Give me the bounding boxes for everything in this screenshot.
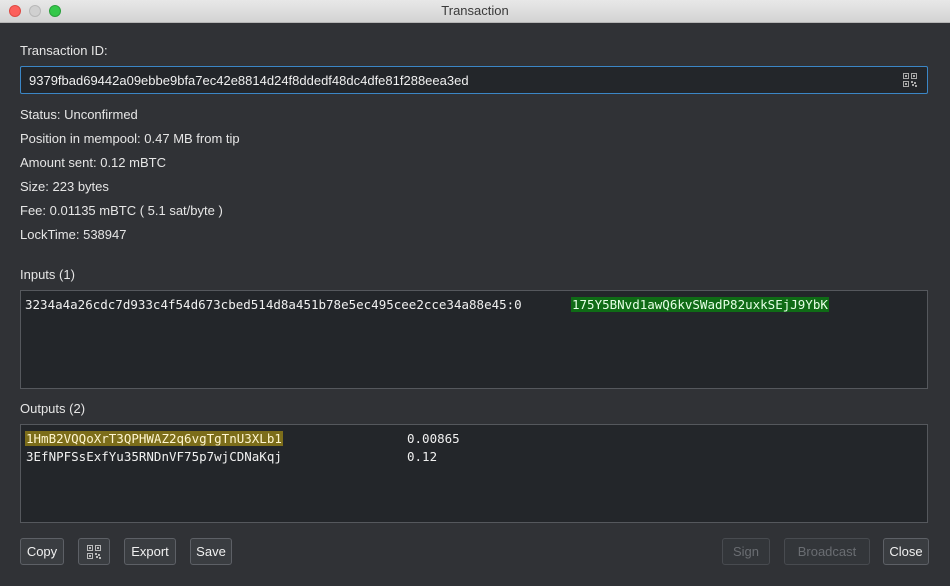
- locktime-line: LockTime: 538947: [20, 227, 127, 242]
- outputs-list[interactable]: 1HmB2VQQoXrT3QPHWAZ2q6vgTgTnU3XLb1 0.008…: [20, 424, 928, 523]
- inputs-label: Inputs (1): [20, 267, 75, 282]
- input-prevout[interactable]: 3234a4a26cdc7d933c4f54d673cbed514d8a451b…: [25, 297, 522, 312]
- output-address[interactable]: 1HmB2VQQoXrT3QPHWAZ2q6vgTgTnU3XLb1: [25, 431, 283, 446]
- txid-value[interactable]: 9379fbad69442a09ebbe9bfa7ec42e8814d24f8d…: [29, 73, 469, 88]
- input-address[interactable]: 175Y5BNvd1awQ6kvSWadP82uxkSEjJ9YbK: [571, 297, 829, 312]
- fee-line: Fee: 0.01135 mBTC ( 5.1 sat/byte ): [20, 203, 223, 218]
- qrcode-icon[interactable]: [903, 73, 917, 87]
- qrcode-button[interactable]: [78, 538, 110, 565]
- title-bar: Transaction: [0, 0, 950, 23]
- close-button[interactable]: Close: [883, 538, 929, 565]
- save-button[interactable]: Save: [190, 538, 232, 565]
- status-line: Status: Unconfirmed: [20, 107, 138, 122]
- sign-button[interactable]: Sign: [722, 538, 770, 565]
- txid-field[interactable]: 9379fbad69442a09ebbe9bfa7ec42e8814d24f8d…: [20, 66, 928, 94]
- export-button[interactable]: Export: [124, 538, 176, 565]
- outputs-label: Outputs (2): [20, 401, 86, 416]
- txid-label: Transaction ID:: [20, 43, 108, 58]
- output-address[interactable]: 3EfNPFSsExfYu35RNDnVF75p7wjCDNaKqj: [25, 449, 283, 464]
- size-line: Size: 223 bytes: [20, 179, 109, 194]
- mempool-position-line: Position in mempool: 0.47 MB from tip: [20, 131, 240, 146]
- output-value: 0.00865: [407, 431, 460, 446]
- broadcast-button[interactable]: Broadcast: [784, 538, 870, 565]
- inputs-list[interactable]: 3234a4a26cdc7d933c4f54d673cbed514d8a451b…: [20, 290, 928, 389]
- qrcode-icon: [87, 545, 101, 559]
- transaction-window: Transaction Transaction ID: 9379fbad6944…: [0, 0, 950, 586]
- window-title: Transaction: [441, 3, 509, 18]
- amount-sent-line: Amount sent: 0.12 mBTC: [20, 155, 166, 170]
- output-value: 0.12: [407, 449, 438, 464]
- copy-button[interactable]: Copy: [20, 538, 64, 565]
